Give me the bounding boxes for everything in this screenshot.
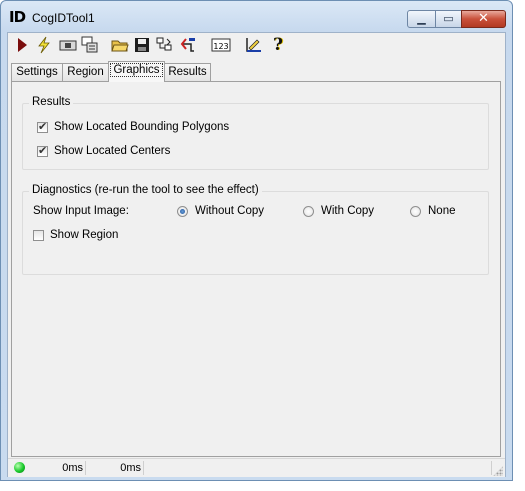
help-question-icon: ? (273, 35, 283, 55)
tab-graphics-label: Graphics (110, 63, 163, 77)
window-graphics-icon (81, 36, 98, 53)
live-display-button[interactable] (58, 35, 78, 55)
radio-none[interactable]: None (410, 205, 456, 217)
image-source-button[interactable] (244, 35, 264, 55)
results-group-legend: Results (29, 96, 74, 108)
minimize-button[interactable]: ▁ (407, 10, 436, 28)
run-button[interactable] (12, 35, 32, 55)
help-button[interactable]: ? (268, 35, 288, 55)
window-title: CogIDTool1 (32, 11, 95, 25)
count-button[interactable]: 123 (210, 35, 232, 55)
lightning-icon (38, 36, 50, 54)
tree-icon (156, 37, 172, 51)
local-graphics-button[interactable] (80, 35, 100, 55)
floppy-disk-icon (135, 38, 149, 52)
status-indicator-icon (14, 462, 25, 473)
radio-button[interactable] (303, 205, 314, 217)
tool-window: ID CogIDTool1 ▁ ▭ ✕ 123 ? Settings Regio… (0, 0, 513, 481)
close-icon: ✕ (478, 11, 489, 26)
radio-without-copy[interactable]: Without Copy (177, 205, 264, 217)
status-time-1: 0ms (30, 461, 86, 475)
client-area: 123 ? Settings Region Graphics Results R… (7, 32, 506, 477)
app-id-icon: ID (9, 8, 26, 26)
ruler-icon (246, 38, 261, 52)
camera-icon (59, 40, 77, 51)
graphics-panel: Results ✔ Show Located Bounding Polygons… (11, 81, 501, 457)
radio-with-copy[interactable]: With Copy (303, 205, 374, 217)
tool-tree-button[interactable] (154, 35, 174, 55)
folder-open-icon (111, 40, 129, 52)
diagnostics-group-legend: Diagnostics (re-run the tool to see the … (29, 184, 262, 196)
checkbox-box[interactable]: ✔ (37, 143, 48, 157)
checkbox-box[interactable]: ✔ (37, 119, 48, 133)
show-input-image-label: Show Input Image: (33, 205, 129, 217)
maximize-button[interactable]: ▭ (435, 10, 462, 28)
show-located-bounding-polygons-checkbox[interactable]: ✔ Show Located Bounding Polygons (37, 119, 230, 133)
toolbar: 123 ? (8, 33, 505, 57)
checkbox-label: Show Located Bounding Polygons (54, 121, 230, 133)
status-message (144, 461, 492, 475)
tab-settings[interactable]: Settings (11, 63, 63, 81)
tab-results-label: Results (168, 66, 207, 78)
check-mark-icon: ✔ (38, 119, 48, 133)
radio-label: With Copy (321, 205, 375, 217)
diagnostics-group: Diagnostics (re-run the tool to see the … (22, 184, 489, 275)
radio-button-selected[interactable] (177, 205, 188, 217)
check-mark-icon: ✔ (38, 143, 48, 157)
status-time-2: 0ms (86, 461, 144, 475)
tab-strip: Settings Region Graphics Results (11, 61, 501, 82)
reset-button[interactable] (178, 35, 198, 55)
tab-region-label: Region (67, 66, 104, 78)
counter-text: 123 (213, 42, 228, 51)
show-region-checkbox[interactable]: Show Region (33, 229, 118, 241)
results-group: Results ✔ Show Located Bounding Polygons… (22, 96, 489, 170)
resize-grip-icon[interactable] (493, 466, 503, 476)
tab-settings-label: Settings (16, 66, 58, 78)
save-button[interactable] (132, 35, 152, 55)
checkbox-label: Show Located Centers (54, 145, 171, 157)
tab-region[interactable]: Region (62, 63, 109, 81)
title-bar[interactable]: ID CogIDTool1 ▁ ▭ ✕ (1, 1, 512, 33)
radio-label: Without Copy (195, 205, 265, 217)
checkbox-label: Show Region (50, 229, 119, 241)
close-button[interactable]: ✕ (461, 10, 506, 28)
minimize-icon: ▁ (417, 12, 426, 25)
tab-graphics[interactable]: Graphics (108, 61, 165, 82)
tab-results[interactable]: Results (164, 63, 211, 81)
checkbox-box[interactable] (33, 229, 44, 241)
play-icon (18, 38, 27, 52)
show-located-centers-checkbox[interactable]: ✔ Show Located Centers (37, 143, 171, 157)
electric-run-button[interactable] (34, 35, 54, 55)
radio-label: None (428, 205, 456, 217)
maximize-icon: ▭ (443, 12, 454, 25)
open-button[interactable] (110, 35, 130, 55)
radio-button[interactable] (410, 205, 421, 217)
reset-arrow-icon (180, 38, 195, 52)
status-bar: 0ms 0ms (8, 458, 505, 477)
counter-icon: 123 (211, 38, 231, 52)
